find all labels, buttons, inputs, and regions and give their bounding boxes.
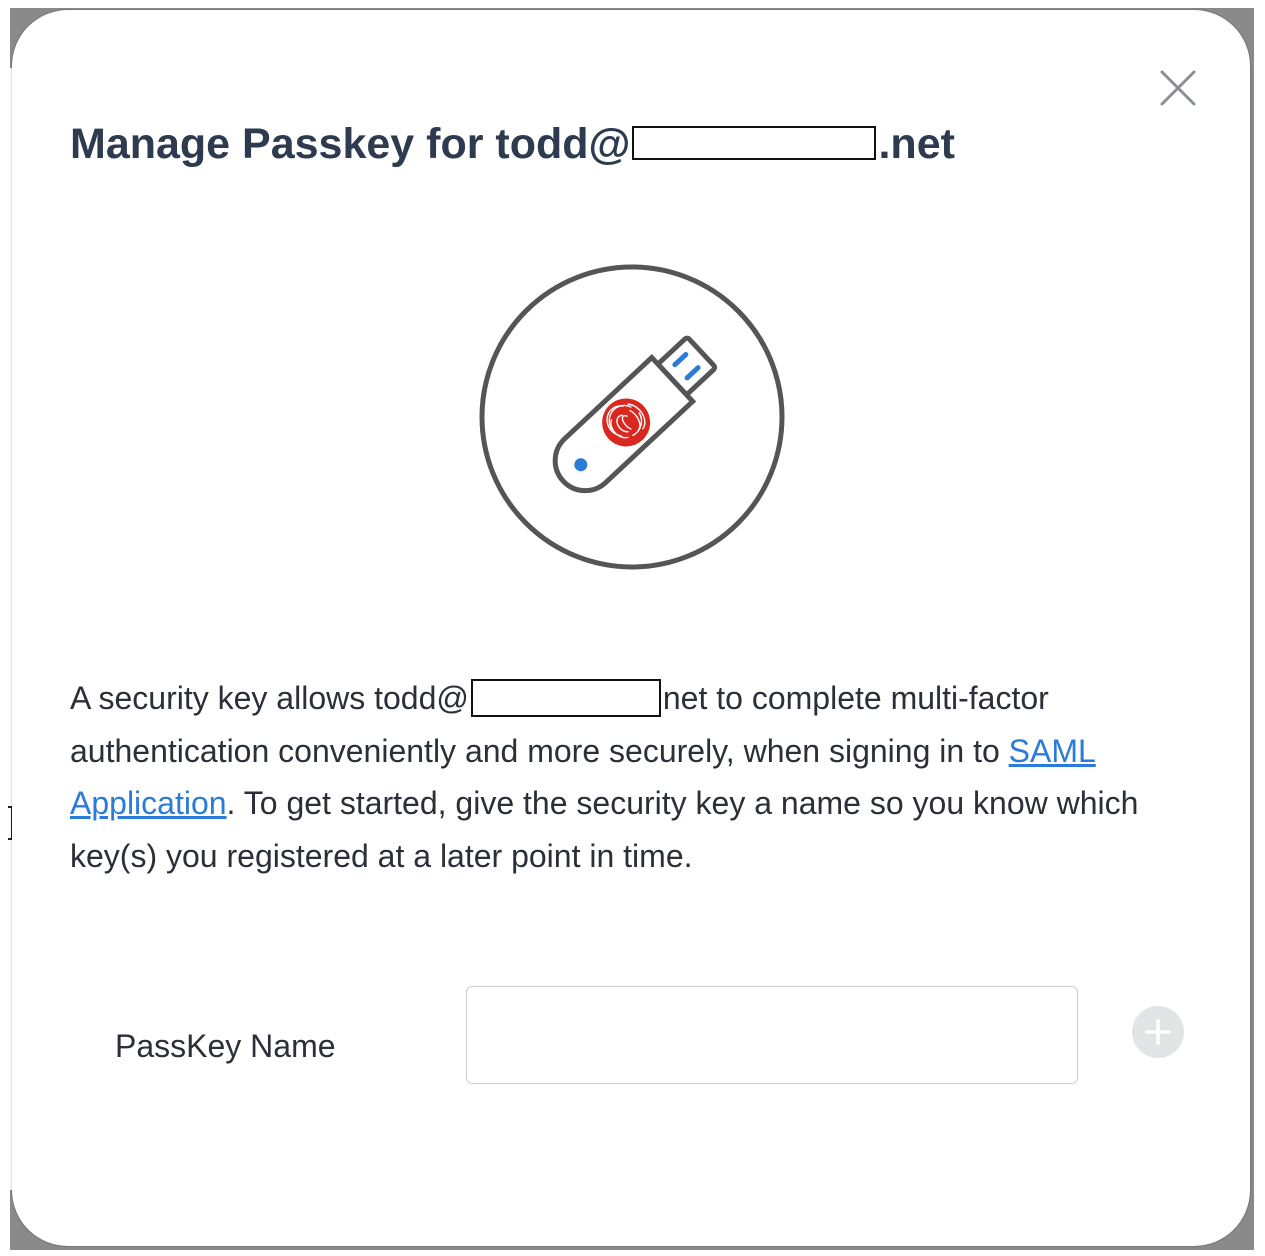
- passkey-name-input[interactable]: [466, 986, 1078, 1084]
- security-key-fingerprint-icon: [478, 263, 786, 571]
- dialog-title-suffix: .net: [878, 120, 955, 168]
- close-button[interactable]: [1158, 68, 1198, 108]
- plus-circle-icon: [1145, 1019, 1171, 1045]
- passkey-description: A security key allows todd@ net to comple…: [70, 672, 1220, 882]
- page-backdrop: Manage Passkey for todd@ .net A security…: [0, 0, 1265, 1256]
- add-passkey-button[interactable]: [1132, 1006, 1184, 1058]
- redacted-domain-box: [632, 125, 877, 160]
- description-part-1: A security key allows todd@: [70, 680, 469, 716]
- manage-passkey-dialog: Manage Passkey for todd@ .net A security…: [12, 10, 1250, 1246]
- dialog-title: Manage Passkey for todd@ .net: [70, 114, 955, 174]
- description-part-3: . To get started, give the security key …: [70, 785, 1139, 874]
- close-icon: [1160, 70, 1196, 106]
- dialog-title-prefix: Manage Passkey for todd@: [70, 120, 631, 168]
- redacted-domain-box: [470, 678, 661, 717]
- passkey-name-label: PassKey Name: [115, 1028, 336, 1064]
